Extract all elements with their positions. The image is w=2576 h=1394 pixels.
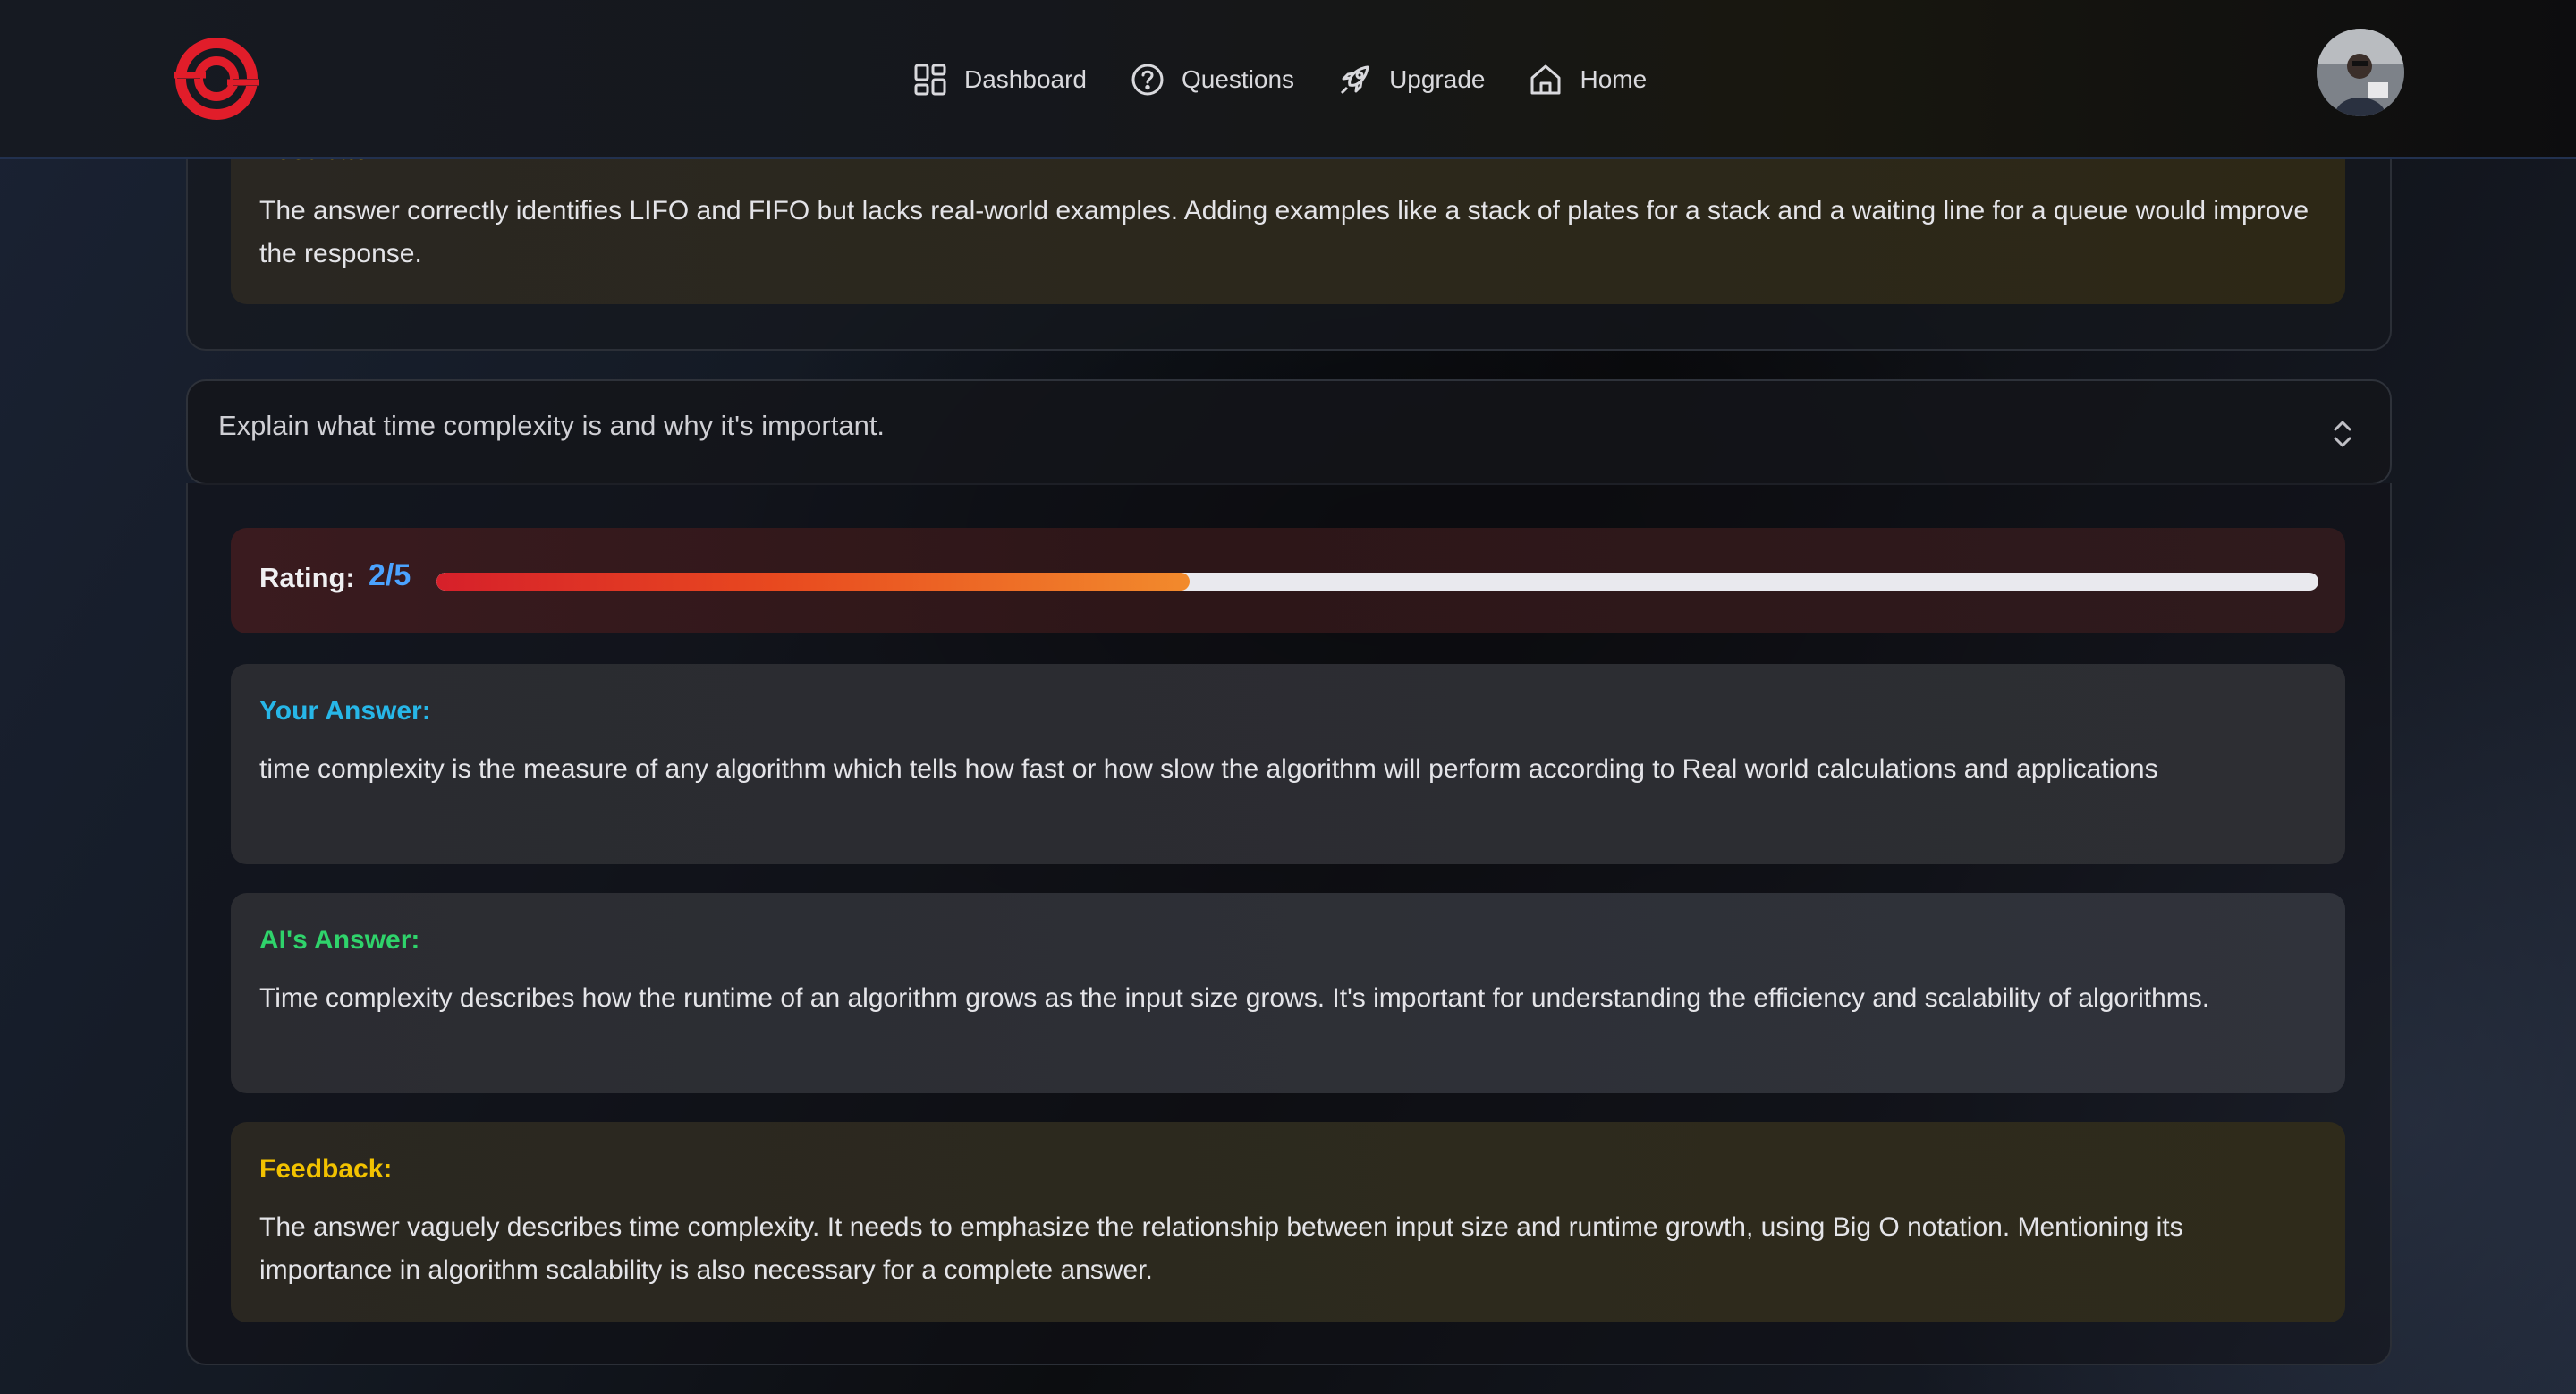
app-logo[interactable] [170, 36, 263, 122]
rating-box: Rating: 2/5 [231, 528, 2345, 633]
grid-icon [912, 62, 948, 98]
rating-progress-fill [436, 573, 1190, 591]
nav-dashboard[interactable]: Dashboard [912, 62, 1087, 98]
previous-feedback-text: The answer correctly identifies LIFO and… [259, 196, 2309, 268]
ai-answer-text: Time complexity describes how the runtim… [259, 983, 2210, 1013]
nav-upgrade[interactable]: Upgrade [1337, 62, 1485, 98]
your-answer-label: Your Answer: [259, 696, 431, 726]
rating-label: Rating: [259, 562, 355, 593]
ai-answer-box: AI's Answer: Time complexity describes h… [231, 893, 2345, 1093]
nav-upgrade-label: Upgrade [1389, 65, 1486, 93]
home-icon [1528, 62, 1563, 98]
user-avatar[interactable] [2317, 29, 2404, 116]
rating-value: 2/5 [369, 558, 411, 592]
nav-home[interactable]: Home [1528, 62, 1647, 98]
question-circle-icon [1130, 62, 1165, 98]
nav-home-label: Home [1580, 65, 1648, 93]
feedback-box: Feedback: The answer vaguely describes t… [231, 1122, 2345, 1322]
rocket-icon [1337, 62, 1373, 98]
question-accordion-header[interactable]: Explain what time complexity is and why … [186, 379, 2392, 485]
feedback-text: The answer vaguely describes time comple… [259, 1212, 2183, 1285]
question-text: Explain what time complexity is and why … [218, 410, 886, 441]
nav-questions-label: Questions [1181, 65, 1295, 93]
nav-questions[interactable]: Questions [1130, 62, 1294, 98]
your-answer-text: time complexity is the measure of any al… [259, 754, 2158, 784]
ai-answer-label: AI's Answer: [259, 925, 420, 955]
nav-dashboard-label: Dashboard [964, 65, 1087, 93]
rating-progress-bar [436, 573, 2318, 591]
feedback-label: Feedback: [259, 1154, 393, 1184]
your-answer-box: Your Answer: time complexity is the meas… [231, 664, 2345, 864]
chevron-up-down-icon [2329, 417, 2356, 451]
main-nav: Dashboard Questions Upgrade Home [912, 57, 1690, 102]
top-navbar: Dashboard Questions Upgrade Home [0, 0, 2576, 159]
